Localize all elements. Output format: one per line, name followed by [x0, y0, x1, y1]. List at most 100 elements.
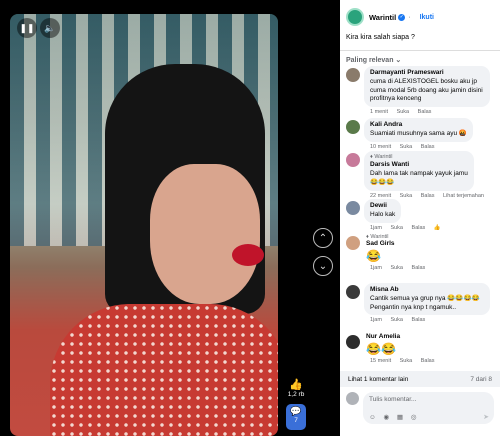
video-viewer: ❚❚ 🔈 ⌃ ⌄ 👍 1,2 rb 💬 7 — [0, 0, 340, 436]
badge-label: Warintil — [374, 154, 393, 160]
comment-input[interactable]: Tulis komentar... ☺ ◉ ▦ ◎ ➤ — [363, 392, 494, 424]
divider — [340, 50, 500, 51]
comment-emoji: 😂 — [366, 249, 381, 263]
composer-tools-icons[interactable]: ☺ ◉ ▦ ◎ — [369, 413, 420, 421]
reply-button[interactable]: Balas — [412, 317, 426, 323]
like-comment-button[interactable]: Suka — [400, 193, 413, 199]
comment-composer: Tulis komentar... ☺ ◉ ▦ ◎ ➤ — [346, 392, 494, 424]
next-video-button[interactable]: ⌄ — [313, 256, 333, 276]
reply-button[interactable]: Balas — [421, 144, 435, 150]
like-comment-button[interactable]: Suka — [400, 144, 413, 150]
post-header: Warintil ✓ · Ikuti — [346, 6, 500, 28]
like-comment-button[interactable]: Suka — [400, 358, 413, 364]
page-name[interactable]: Warintil — [369, 13, 396, 22]
video-subject-dress — [50, 304, 278, 436]
avatar[interactable] — [346, 236, 360, 250]
comment-content: ♦ Warintil Sad Girls 😂 — [364, 234, 432, 263]
avatar[interactable] — [346, 153, 360, 167]
reply-button[interactable]: Balas — [421, 358, 435, 364]
comments-button[interactable]: 💬 7 — [286, 404, 306, 430]
send-icon[interactable]: ➤ — [483, 413, 489, 421]
reply-button[interactable]: Balas — [421, 193, 435, 199]
mute-button[interactable]: 🔈 — [40, 18, 60, 38]
verified-icon: ✓ — [398, 13, 406, 21]
comment-meta: 1jam Suka Balas — [364, 317, 490, 323]
chevron-up-icon: ⌃ — [318, 232, 328, 244]
previous-video-button[interactable]: ⌃ — [313, 228, 333, 248]
comment-item: Nur Amelia 😂😂 15 menit Suka Balas — [346, 333, 494, 364]
pause-button[interactable]: ❚❚ — [17, 18, 37, 38]
comment-bubble: Misna Ab Cantik semua ya grup nya 😂😂😂😂 P… — [364, 283, 490, 316]
like-comment-button[interactable]: Suka — [390, 225, 403, 231]
view-more-comments[interactable]: Lihat 1 komentar lain 7 dari 8 — [340, 371, 500, 387]
comment-meta: 15 menit Suka Balas — [364, 358, 441, 364]
like-comment-button[interactable]: Suka — [397, 109, 410, 115]
comment-item: Kali Andra Suamiati musuhnya sama ayu 🤬 … — [346, 118, 494, 150]
comment-counter: 7 dari 8 — [470, 375, 492, 383]
comment-time: 1 menit — [370, 109, 389, 116]
comment-placeholder: Tulis komentar... — [369, 396, 417, 403]
avatar[interactable] — [346, 68, 360, 82]
comment-icon: 💬 — [290, 406, 302, 416]
comment-content: Nur Amelia 😂😂 — [364, 333, 441, 356]
reply-button[interactable]: Balas — [418, 109, 432, 115]
video-subject-lips — [232, 244, 264, 266]
comment-author[interactable]: Sad Girls — [366, 240, 432, 247]
comment-time: 1jam — [370, 224, 382, 231]
comment-meta: 1jam Suka Balas 👍 — [364, 225, 448, 231]
comment-time: 10 menit — [370, 143, 392, 150]
avatar[interactable] — [346, 285, 360, 299]
comment-time: 1jam — [370, 317, 382, 324]
comment-author[interactable]: Dewii — [370, 202, 395, 211]
reply-button[interactable]: Balas — [412, 265, 426, 271]
comment-meta: 22 menit Suka Balas Lihat terjemahan — [364, 193, 491, 199]
comment-item: Darmayanti Prameswari cuma di ALEXISTOGE… — [346, 66, 494, 115]
translate-button[interactable]: Lihat terjemahan — [443, 193, 484, 199]
comment-text: Suamiati musuhnya sama ayu 🤬 — [370, 129, 467, 137]
fan-badge: ♦ Warintil — [370, 154, 393, 160]
comment-author[interactable]: Misna Ab — [370, 286, 484, 295]
pause-icon: ❚❚ — [19, 22, 35, 33]
comments-panel: Warintil ✓ · Ikuti Kira kira salah siapa… — [340, 0, 500, 436]
comment-time: 15 menit — [370, 358, 392, 364]
user-avatar — [346, 392, 359, 405]
chevron-down-icon: ⌄ — [318, 260, 328, 272]
speaker-icon: 🔈 — [44, 22, 56, 33]
comment-count: 7 — [294, 417, 298, 424]
comment-time: 22 menit — [370, 192, 392, 199]
comment-item: ♦ Warintil Sad Girls 😂 1jam Suka Balas — [346, 234, 494, 271]
comment-meta: 10 menit Suka Balas — [364, 144, 473, 150]
comment-author[interactable]: Kali Andra — [370, 121, 467, 130]
like-comment-button[interactable]: Suka — [390, 317, 403, 323]
video-player[interactable] — [10, 14, 278, 436]
comment-bubble: Darmayanti Prameswari cuma di ALEXISTOGE… — [364, 66, 490, 108]
reply-button[interactable]: Balas — [412, 225, 426, 231]
like-button[interactable]: 👍 1,2 rb — [286, 378, 306, 398]
sort-dropdown[interactable]: Paling relevan ⌄ — [346, 56, 401, 64]
like-comment-button[interactable]: Suka — [390, 265, 403, 271]
comment-bubble: Kali Andra Suamiati musuhnya sama ayu 🤬 — [364, 118, 473, 142]
comment-bubble: Dewii Halo kak — [364, 199, 402, 223]
comment-item: ♦ Warintil Darsis Wanti Dah lama tak nam… — [346, 151, 494, 199]
page-avatar[interactable] — [346, 8, 364, 26]
comment-emoji: 😂😂 — [366, 342, 396, 356]
comment-meta: 1 menit Suka Balas — [364, 109, 490, 115]
comment-item: Misna Ab Cantik semua ya grup nya 😂😂😂😂 P… — [346, 283, 494, 323]
comment-text: Dah lama tak nampak yayuk jamu — [370, 170, 468, 178]
post-caption: Kira kira salah siapa ? — [346, 34, 415, 41]
view-more-label[interactable]: Lihat 1 komentar lain — [348, 376, 408, 383]
video-subject-face — [150, 164, 260, 304]
comment-emoji: 😂😂😂 — [370, 178, 395, 186]
reaction-icon: 👍 — [433, 224, 441, 231]
avatar[interactable] — [346, 201, 360, 215]
comment-text: Halo kak — [370, 210, 396, 218]
comment-time: 1jam — [370, 265, 382, 271]
follow-button[interactable]: Ikuti — [420, 14, 434, 21]
avatar[interactable] — [346, 335, 360, 349]
comment-author[interactable]: Nur Amelia — [366, 333, 441, 340]
like-count: 1,2 rb — [287, 391, 305, 398]
comment-author[interactable]: Darsis Wanti — [370, 161, 468, 170]
comment-text-line2: Pengantin nya knp t ngamuk.. — [370, 303, 457, 311]
avatar[interactable] — [346, 120, 360, 134]
comment-author[interactable]: Darmayanti Prameswari — [370, 69, 484, 78]
